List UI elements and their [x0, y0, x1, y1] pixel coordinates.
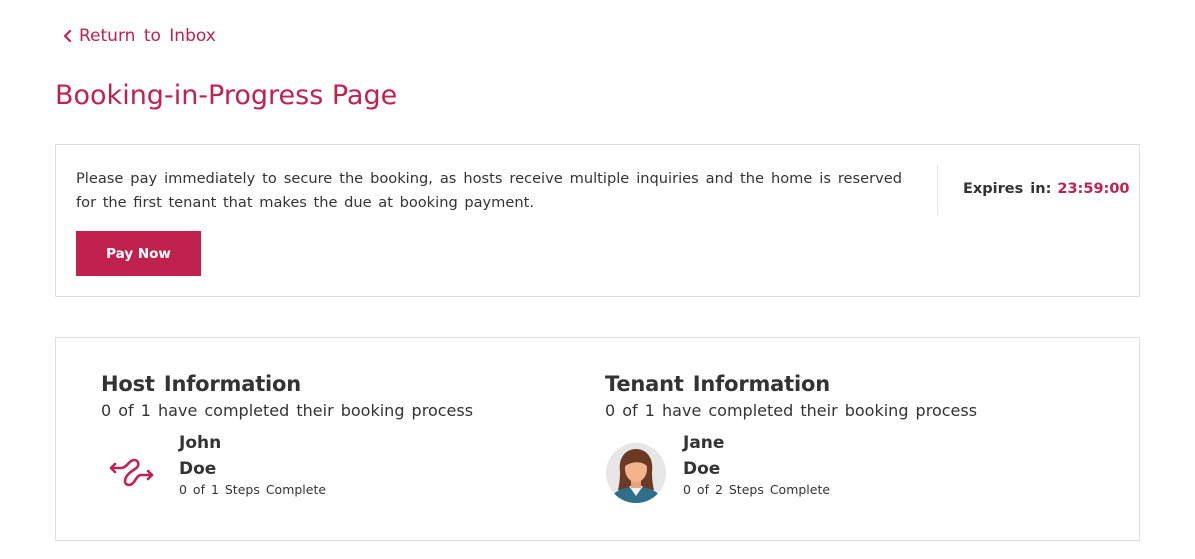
- payment-notice-card: Please pay immediately to secure the boo…: [55, 144, 1140, 297]
- tenant-steps-complete: 0 of 2 Steps Complete: [683, 482, 831, 497]
- host-steps-complete: 0 of 1 Steps Complete: [179, 482, 327, 497]
- tenant-information-heading: Tenant Information: [605, 372, 830, 396]
- page-title: Booking-in-Progress Page: [55, 80, 398, 111]
- expiration-timer: Expires in: 23:59:00: [963, 181, 1130, 197]
- host-last-name: Doe: [179, 459, 217, 479]
- return-to-inbox-link[interactable]: Return to Inbox: [60, 26, 216, 46]
- host-name: John Doe: [179, 430, 221, 482]
- host-progress-text: 0 of 1 have completed their booking proc…: [101, 401, 474, 420]
- infinity-logo-icon: [109, 458, 154, 487]
- vertical-divider: [937, 165, 938, 215]
- tenant-name: Jane Doe: [683, 430, 724, 482]
- female-avatar-icon: [606, 443, 666, 503]
- expires-label: Expires in:: [963, 181, 1052, 197]
- tenant-progress-text: 0 of 1 have completed their booking proc…: [605, 401, 978, 420]
- tenant-information-section: Tenant Information 0 of 1 have completed…: [605, 372, 1065, 503]
- host-person: John Doe 0 of 1 Steps Complete: [101, 433, 561, 500]
- host-information-section: Host Information 0 of 1 have completed t…: [101, 372, 561, 500]
- pay-now-button[interactable]: Pay Now: [76, 231, 201, 276]
- host-first-name: John: [179, 433, 222, 453]
- booking-participants-card: Host Information 0 of 1 have completed t…: [55, 337, 1140, 541]
- return-to-inbox-label: Return to Inbox: [79, 26, 216, 46]
- expires-countdown: 23:59:00: [1057, 181, 1130, 197]
- chevron-left-icon: [63, 29, 72, 43]
- tenant-first-name: Jane: [683, 433, 725, 453]
- tenant-last-name: Doe: [683, 459, 721, 479]
- host-information-heading: Host Information: [101, 372, 302, 396]
- payment-notice-message: Please pay immediately to secure the boo…: [76, 170, 902, 211]
- tenant-person: Jane Doe 0 of 2 Steps Complete: [605, 433, 1065, 503]
